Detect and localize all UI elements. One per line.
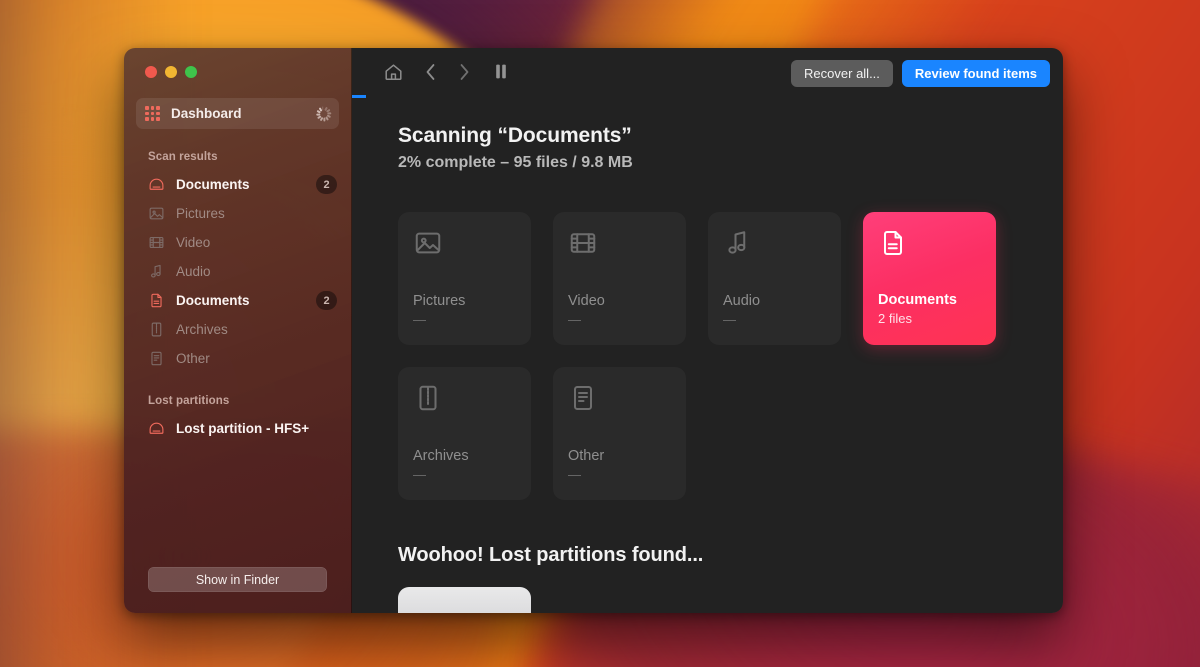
recover-all-button[interactable]: Recover all... [791,60,893,87]
page-title: Scanning “Documents” [398,124,1039,148]
sidebar-item-label: Other [176,351,337,366]
archive-zip-icon [413,383,516,423]
traffic-lights [124,48,351,78]
image-icon [148,205,165,222]
home-icon [384,63,403,84]
close-button[interactable] [145,66,157,78]
sidebar-item-dashboard[interactable]: Dashboard [136,98,339,129]
sidebar-section-title: Scan results [124,129,351,170]
sidebar-section-title: Lost partitions [124,373,351,414]
category-card-count: — [413,312,426,327]
category-card-pictures[interactable]: Pictures — [398,212,531,345]
archive-zip-icon [148,321,165,338]
pause-button[interactable] [484,58,518,88]
category-card-count: — [568,467,581,482]
chevron-right-icon [458,62,471,85]
category-card-other[interactable]: Other — [553,367,686,500]
toolbar: Recover all... Review found items [352,48,1063,98]
sidebar-item-archives[interactable]: Archives [124,315,351,344]
zoom-button[interactable] [185,66,197,78]
category-card-count: 2 files [878,311,912,326]
image-icon [413,228,516,268]
sidebar: Dashboard Scan resultsDocuments2Pictures… [124,48,352,613]
category-card-count: — [568,312,581,327]
sidebar-item-documents[interactable]: Documents2 [124,286,351,315]
sidebar-item-documents[interactable]: Documents2 [124,170,351,199]
app-window: Dashboard Scan resultsDocuments2Pictures… [124,48,1063,613]
category-card-grid: Pictures — Video — Audio — Documents 2 files Arc… [398,212,1039,500]
sidebar-sections: Scan resultsDocuments2PicturesVideoAudio… [124,129,351,443]
sidebar-item-label: Video [176,235,337,250]
sidebar-spacer [124,443,351,567]
film-icon [148,234,165,251]
category-card-archives[interactable]: Archives — [398,367,531,500]
home-button[interactable] [376,58,410,88]
film-icon [568,228,671,268]
review-found-items-button[interactable]: Review found items [902,60,1050,87]
spinner-icon [315,106,330,121]
category-card-label: Other [568,448,604,464]
document-icon [878,228,981,268]
sidebar-item-badge: 2 [316,291,337,310]
disk-drive-icon [148,176,165,193]
category-card-documents[interactable]: Documents 2 files [863,212,996,345]
sidebar-item-pictures[interactable]: Pictures [124,199,351,228]
forward-button[interactable] [447,58,481,88]
file-lines-icon [148,350,165,367]
sidebar-item-audio[interactable]: Audio [124,257,351,286]
sidebar-item-lost-partition-hfs[interactable]: Lost partition - HFS+ [124,414,351,443]
desktop-wallpaper: Dashboard Scan resultsDocuments2Pictures… [0,0,1200,667]
content-area: Scanning “Documents” 2% complete – 95 fi… [352,98,1063,613]
category-card-audio[interactable]: Audio — [708,212,841,345]
show-in-finder-button[interactable]: Show in Finder [148,567,327,592]
minimize-button[interactable] [165,66,177,78]
disk-drive-icon [148,420,165,437]
sidebar-item-label: Pictures [176,206,337,221]
grid-icon [145,106,160,121]
category-card-label: Pictures [413,293,465,309]
main-pane: Recover all... Review found items Scanni… [352,48,1063,613]
sidebar-item-label: Lost partition - HFS+ [176,421,337,436]
sidebar-item-label: Archives [176,322,337,337]
music-note-icon [723,228,826,268]
lost-partition-card[interactable] [398,587,531,613]
document-icon [148,292,165,309]
category-card-count: — [413,467,426,482]
chevron-left-icon [424,62,437,85]
page-subtitle: 2% complete – 95 files / 9.8 MB [398,154,1039,172]
lost-partitions-heading: Woohoo! Lost partitions found... [398,544,1039,567]
sidebar-item-label: Audio [176,264,337,279]
back-button[interactable] [413,58,447,88]
sidebar-item-label: Documents [176,177,316,192]
category-card-label: Audio [723,293,760,309]
sidebar-item-label: Dashboard [171,106,315,121]
sidebar-item-other[interactable]: Other [124,344,351,373]
sidebar-item-video[interactable]: Video [124,228,351,257]
category-card-label: Documents [878,292,957,308]
category-card-count: — [723,312,736,327]
category-card-label: Video [568,293,605,309]
category-card-video[interactable]: Video — [553,212,686,345]
category-card-label: Archives [413,448,469,464]
music-note-icon [148,263,165,280]
pause-icon [494,63,508,83]
sidebar-item-label: Documents [176,293,316,308]
file-lines-icon [568,383,671,423]
sidebar-item-badge: 2 [316,175,337,194]
